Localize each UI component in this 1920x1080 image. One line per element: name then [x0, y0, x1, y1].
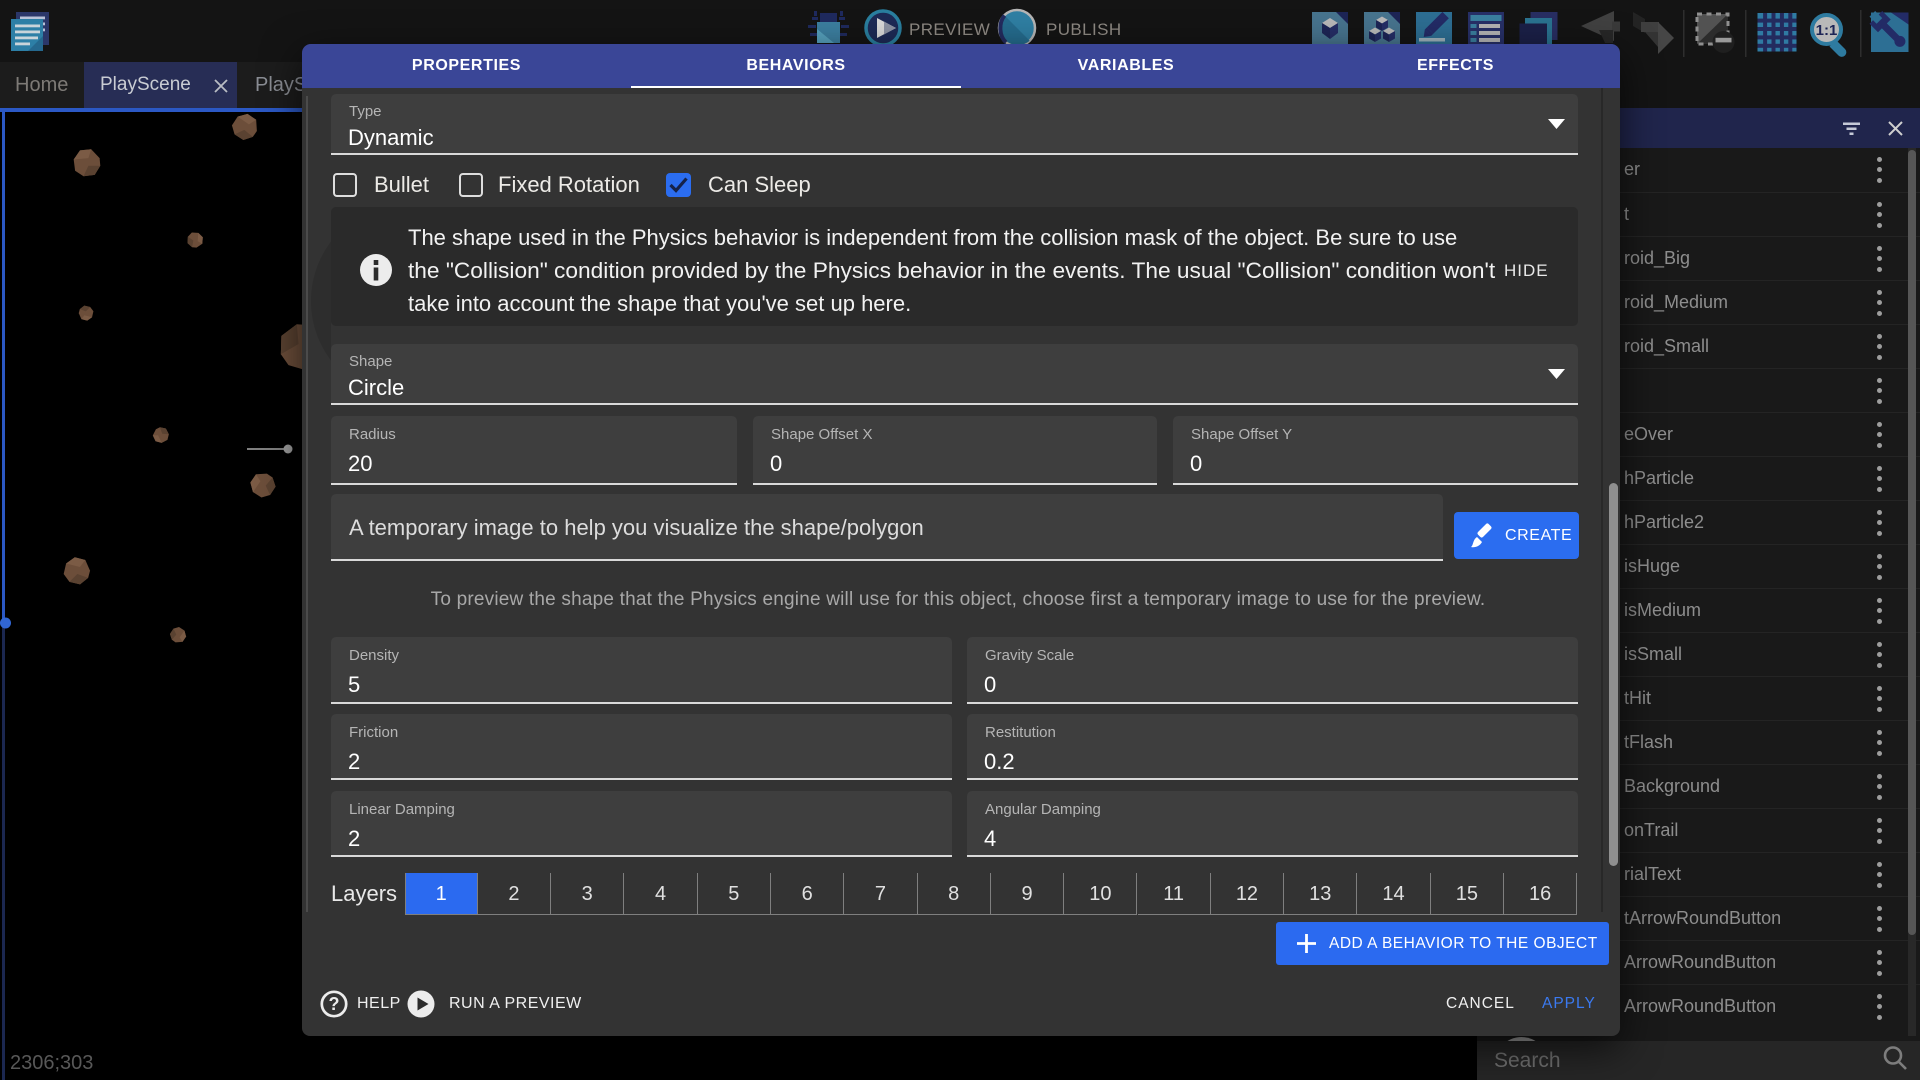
- svg-text:1:1: 1:1: [1816, 22, 1838, 39]
- svg-text:?: ?: [329, 994, 340, 1014]
